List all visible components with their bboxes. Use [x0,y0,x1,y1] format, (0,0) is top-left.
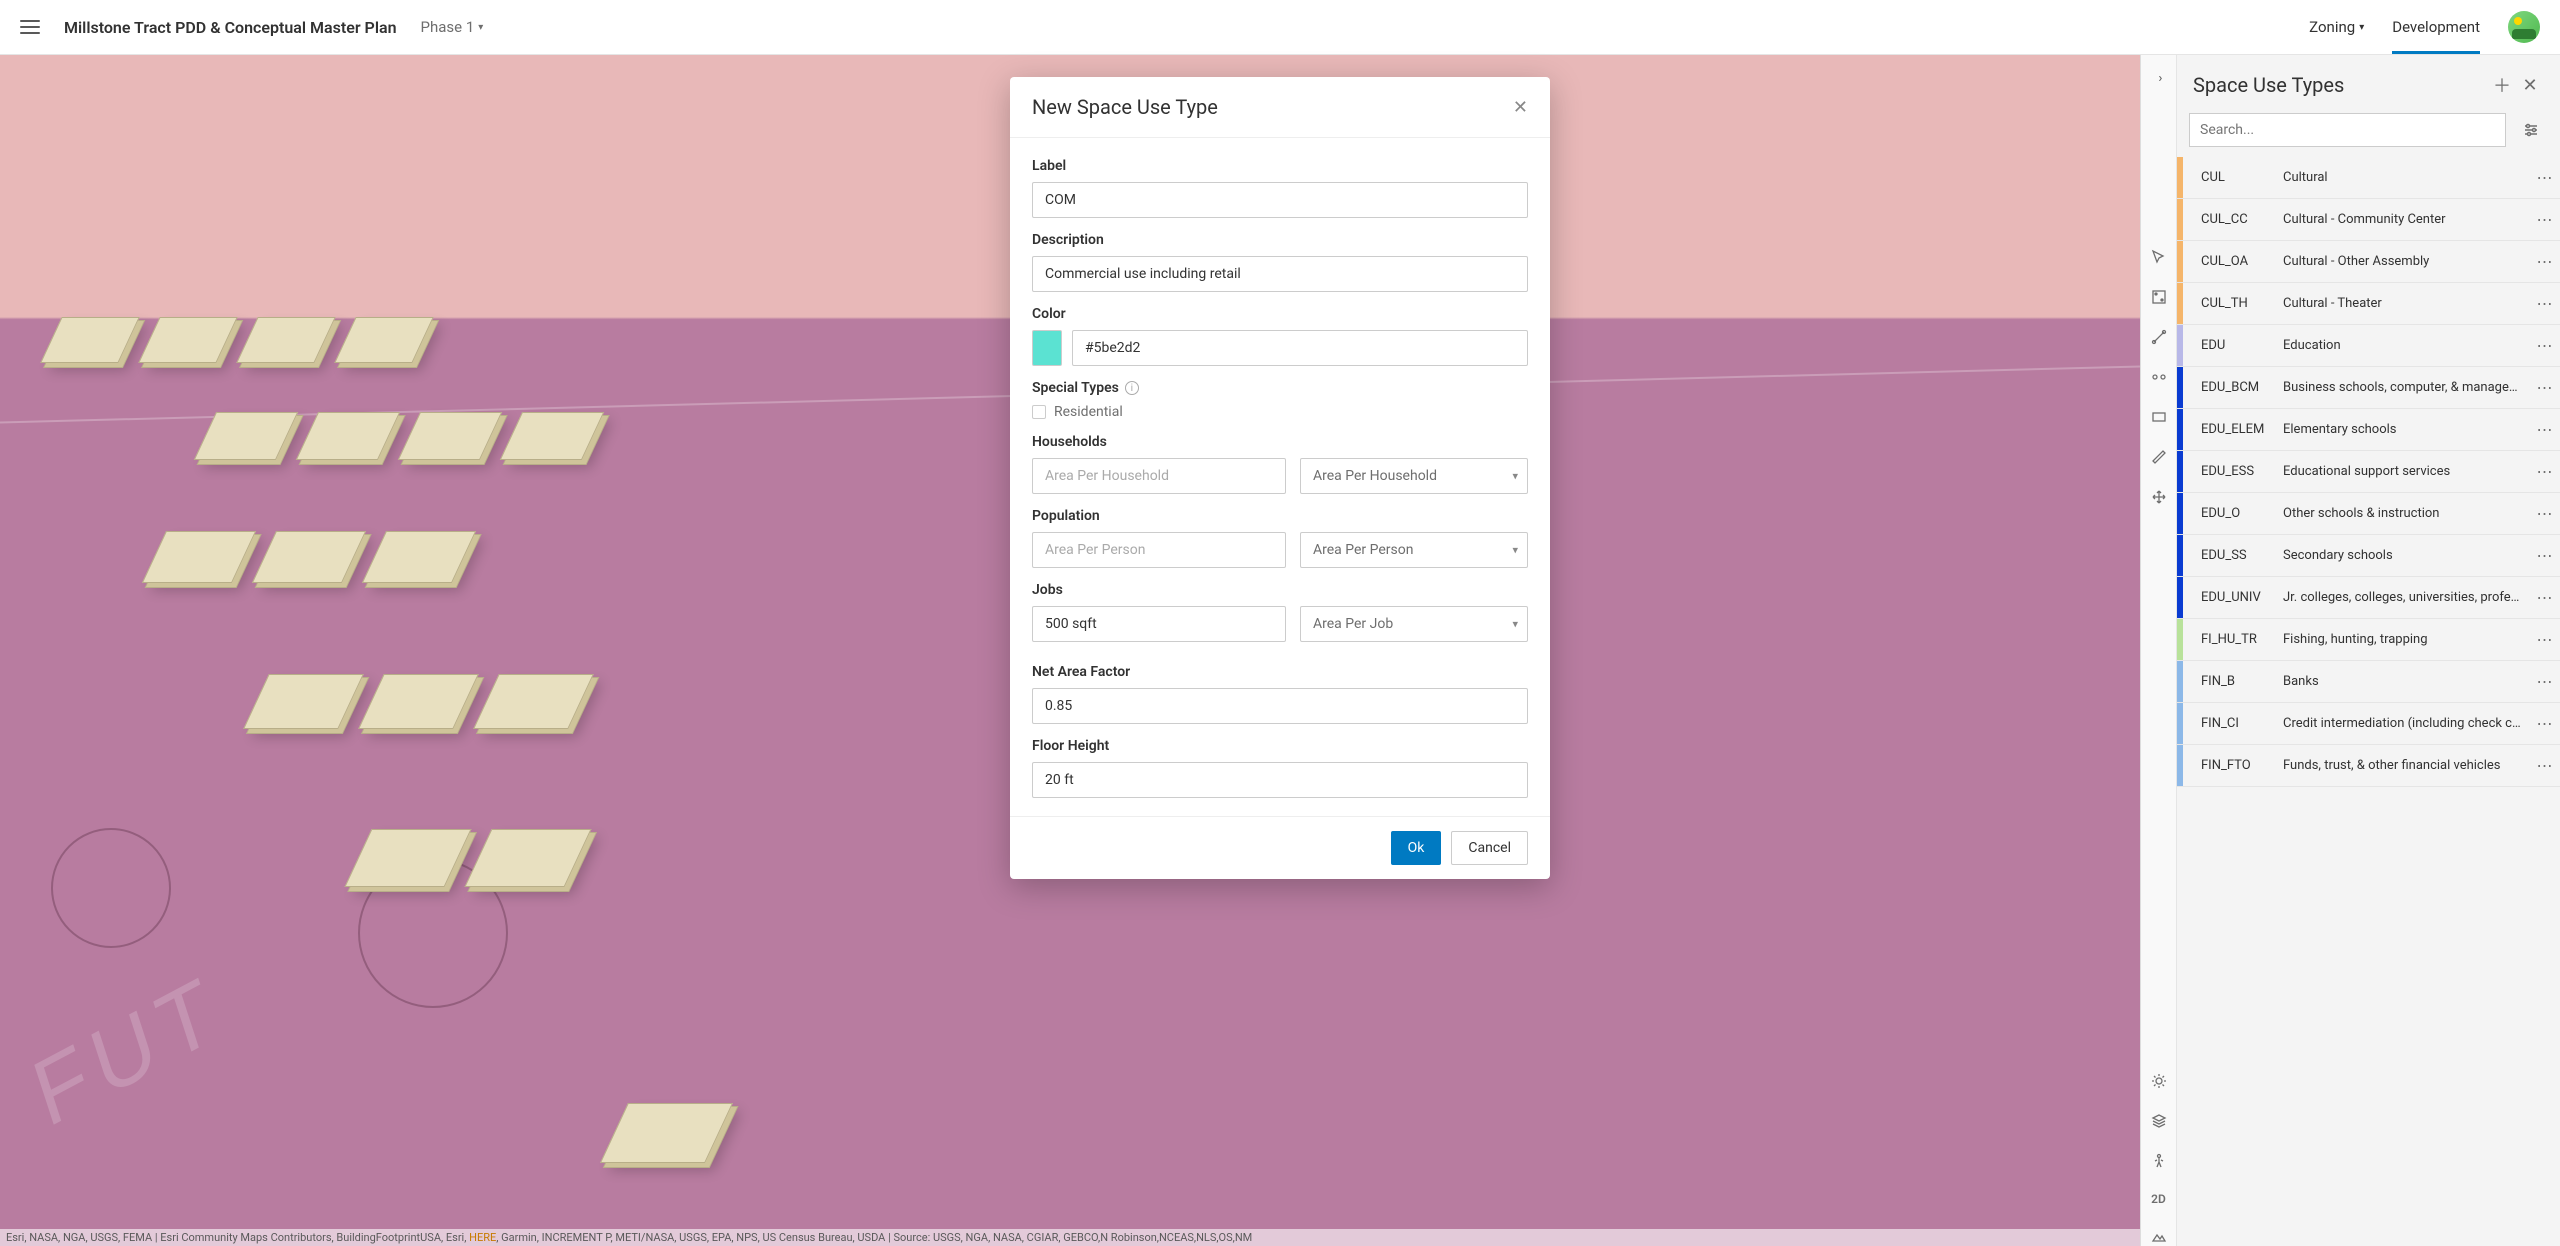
cancel-button[interactable]: Cancel [1451,831,1528,865]
jobs-input[interactable] [1032,606,1286,642]
color-label: Color [1032,306,1528,322]
info-icon[interactable]: i [1125,381,1139,395]
checkbox-icon [1032,405,1046,419]
households-unit-select[interactable]: Area Per Household [1300,458,1528,494]
description-input[interactable] [1032,256,1528,292]
new-space-use-type-modal: New Space Use Type ✕ Label Description C… [1010,77,1550,879]
population-unit-select[interactable]: Area Per Person [1300,532,1528,568]
description-label: Description [1032,232,1528,248]
nav-development[interactable]: Development [2392,0,2480,54]
menu-icon[interactable] [20,20,40,34]
project-title: Millstone Tract PDD & Conceptual Master … [64,18,397,37]
phase-label: Phase 1 [421,18,475,36]
color-swatch[interactable] [1032,330,1062,366]
special-types-label: Special Types i [1032,380,1528,396]
jobs-label: Jobs [1032,582,1528,598]
net-area-factor-input[interactable] [1032,688,1528,724]
population-input[interactable] [1032,532,1286,568]
residential-checkbox[interactable]: Residential [1032,404,1528,420]
jobs-unit-select[interactable]: Area Per Job [1300,606,1528,642]
label-input[interactable] [1032,182,1528,218]
phase-dropdown[interactable]: Phase 1 [421,18,484,36]
households-input[interactable] [1032,458,1286,494]
color-input[interactable] [1072,330,1528,366]
top-bar: Millstone Tract PDD & Conceptual Master … [0,0,2560,55]
modal-title: New Space Use Type [1032,95,1513,119]
nav-zoning[interactable]: Zoning [2309,0,2364,54]
floor-height-input[interactable] [1032,762,1528,798]
user-avatar[interactable] [2508,11,2540,43]
label-label: Label [1032,158,1528,174]
floor-height-label: Floor Height [1032,738,1528,754]
population-label: Population [1032,508,1528,524]
households-label: Households [1032,434,1528,450]
net-area-factor-label: Net Area Factor [1032,664,1528,680]
modal-overlay: New Space Use Type ✕ Label Description C… [0,55,2560,1246]
residential-label: Residential [1054,404,1123,420]
modal-close-button[interactable]: ✕ [1513,97,1528,118]
ok-button[interactable]: Ok [1391,831,1442,865]
